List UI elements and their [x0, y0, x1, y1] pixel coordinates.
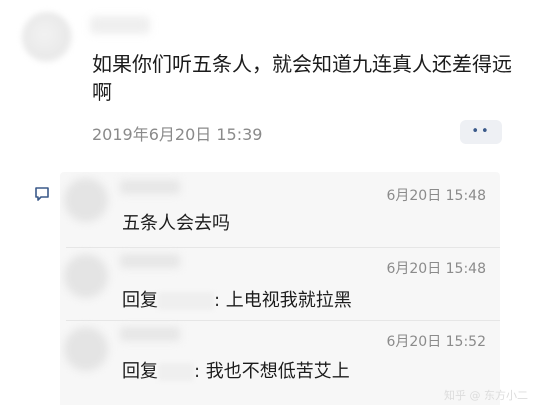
watermark: 知乎 @ 东方小二 — [444, 389, 528, 402]
comment-icon — [35, 187, 49, 201]
post-timestamp: 2019年6月20日 15:39 — [92, 125, 263, 144]
commenter-avatar[interactable] — [64, 254, 108, 298]
author-name-redacted[interactable] — [90, 16, 150, 34]
commenter-name-redacted[interactable] — [120, 254, 180, 268]
comment-item: 6月20日 15:48 五条人会去吗 — [60, 172, 500, 247]
more-options-button[interactable]: •• — [460, 120, 502, 144]
commenter-name-redacted[interactable] — [120, 327, 180, 341]
reply-target-redacted[interactable] — [158, 292, 214, 310]
comments-panel: 6月20日 15:48 五条人会去吗 6月20日 15:48 回复 : 上电视我就… — [60, 172, 500, 405]
comment-timestamp: 6月20日 15:48 — [386, 261, 486, 277]
post-text: 如果你们听五条人，就会知道九连真人还差得远啊 — [92, 52, 512, 104]
comment-text: 回复 : 上电视我就拉黑 — [122, 286, 352, 312]
comment-timestamp: 6月20日 15:52 — [386, 334, 486, 350]
commenter-avatar[interactable] — [64, 178, 108, 222]
reply-target-redacted[interactable] — [158, 363, 194, 381]
comment-text: 回复 : 我也不想低苦艾上 — [122, 357, 350, 383]
reply-text: : 我也不想低苦艾上 — [194, 361, 350, 382]
commenter-avatar[interactable] — [64, 327, 108, 371]
comment-item: 6月20日 15:52 回复 : 我也不想低苦艾上 — [60, 321, 500, 405]
comment-timestamp: 6月20日 15:48 — [386, 188, 486, 204]
author-avatar[interactable] — [22, 12, 72, 62]
comment-text: 五条人会去吗 — [122, 213, 230, 234]
reply-label: 回复 — [122, 361, 158, 382]
reply-text: : 上电视我就拉黑 — [214, 290, 352, 311]
commenter-name-redacted[interactable] — [120, 180, 180, 194]
post-card: 如果你们听五条人，就会知道九连真人还差得远啊 2019年6月20日 15:39 … — [0, 0, 534, 165]
comment-item: 6月20日 15:48 回复 : 上电视我就拉黑 — [60, 248, 500, 320]
reply-label: 回复 — [122, 290, 158, 311]
